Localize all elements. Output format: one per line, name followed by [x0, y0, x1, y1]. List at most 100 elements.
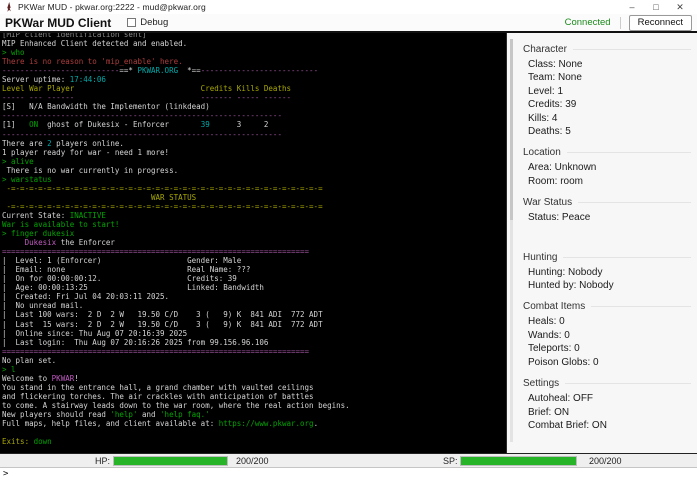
- sidebar-section-title: Combat Items: [523, 301, 691, 312]
- terminal-line: | Created: Fri Jul 04 20:03:11 2025.: [2, 292, 506, 301]
- sidebar-scrollbar[interactable]: [510, 39, 513, 442]
- sp-bar-fill: [461, 457, 576, 465]
- terminal-line: Exits: down: [2, 437, 506, 446]
- sidebar-stat-item: Hunting: Nobody: [528, 266, 693, 279]
- terminal-line: -=-=-=-=-=-=-=-=-=-=-=-=-=-=-=-=-=-=-=-=…: [2, 202, 506, 211]
- sidebar-stat-item: Area: Unknown: [528, 161, 693, 174]
- terminal-line: 1 player ready for war - need 1 more!: [2, 148, 506, 157]
- terminal-line: | Last login: Thu Aug 07 20:16:26 2025 f…: [2, 338, 506, 347]
- toolbar: PKWar MUD Client Debug Connected Reconne…: [0, 14, 697, 33]
- minimize-icon[interactable]: –: [620, 1, 644, 14]
- sidebar-stat-item: Poison Globs: 0: [528, 356, 693, 369]
- terminal-line: -=-=-=-=-=-=-=-=-=-=-=-=-=-=-=-=-=-=-=-=…: [2, 184, 506, 193]
- sidebar-stat-item: Status: Peace: [528, 211, 693, 224]
- terminal-line: > warstatus: [2, 175, 506, 184]
- sp-value: 200/200: [589, 456, 622, 466]
- terminal-line: to come. A stairway leads down to the wa…: [2, 401, 506, 410]
- terminal-line: War is available to start!: [2, 220, 506, 229]
- sp-label: SP:: [443, 456, 458, 466]
- sidebar-stat-item: Teleports: 0: [528, 342, 693, 355]
- main-area: [MIP client identification sent]MIP Enha…: [0, 33, 697, 453]
- terminal-line: [1] ON ghost of Dukesix - Enforcer 39 3 …: [2, 120, 506, 129]
- terminal-line: Level War Player Credits Kills Deaths: [2, 84, 506, 93]
- app-window: PKWar MUD - pkwar.org:2222 - mud@pkwar.o…: [0, 0, 697, 480]
- terminal-line: > alive: [2, 157, 506, 166]
- terminal-line: ----------------------------------------…: [2, 130, 506, 139]
- terminal-line: ----------------------------------------…: [2, 111, 506, 120]
- maximize-icon[interactable]: □: [644, 1, 668, 14]
- window-title: PKWar MUD - pkwar.org:2222 - mud@pkwar.o…: [18, 2, 206, 12]
- hp-value: 200/200: [236, 456, 269, 466]
- reconnect-button[interactable]: Reconnect: [629, 15, 692, 31]
- app-icon: [5, 2, 13, 13]
- terminal-line: Current State: INACTIVE: [2, 211, 506, 220]
- sidebar-section-title: Settings: [523, 378, 691, 389]
- terminal-line: Dukesix the Enforcer: [2, 238, 506, 247]
- terminal-line: | Online since: Thu Aug 07 20:16:39 2025: [2, 329, 506, 338]
- sp-bar: [460, 456, 577, 466]
- sidebar-stat-item: Class: None: [528, 58, 693, 71]
- status-bar: HP: 200/200 SP: 200/200: [0, 453, 697, 467]
- terminal-line: > who: [2, 48, 506, 57]
- terminal-line: MIP Enhanced Client detected and enabled…: [2, 39, 506, 48]
- sidebar-sections: Character Class: NoneTeam: NoneLevel: 1Cr…: [515, 35, 693, 432]
- sidebar-stat-item: Credits: 39: [528, 98, 693, 111]
- terminal-line: and flickering torches. The air crackles…: [2, 392, 506, 401]
- toolbar-divider: [620, 17, 621, 29]
- hp-bar-fill: [114, 457, 227, 465]
- terminal-line: There is no war currently in progress.: [2, 166, 506, 175]
- sidebar-stat-item: Heals: 0: [528, 315, 693, 328]
- command-input[interactable]: >: [0, 467, 697, 480]
- terminal-line: | On for 00:00:00:12. Credits: 39: [2, 274, 506, 283]
- sidebar-stat-item: Team: None: [528, 71, 693, 84]
- app-title: PKWar MUD Client: [5, 16, 111, 30]
- terminal-line: WAR STATUS: [2, 193, 506, 202]
- sidebar-section-title: Character: [523, 44, 691, 55]
- hp-label: HP:: [95, 456, 110, 466]
- terminal-line: Welcome to PKWAR!: [2, 374, 506, 383]
- terminal-line: [S] N/A Bandwidth the Implementor (linkd…: [2, 102, 506, 111]
- sidebar-section-title: Location: [523, 147, 691, 158]
- sidebar-stat-item: Room: room: [528, 175, 693, 188]
- terminal-line: | No unread mail.: [2, 301, 506, 310]
- terminal-line: Server uptime: 17:44:06: [2, 75, 506, 84]
- sidebar-section-title: War Status: [523, 197, 691, 208]
- terminal-line: New players should read 'help' and 'help…: [2, 410, 506, 419]
- close-icon[interactable]: ✕: [668, 1, 692, 14]
- terminal-line: No plan set.: [2, 356, 506, 365]
- titlebar[interactable]: PKWar MUD - pkwar.org:2222 - mud@pkwar.o…: [0, 0, 697, 14]
- sidebar-section-title: Hunting: [523, 252, 691, 263]
- terminal-line: | Age: 00:00:13:25 Linked: Bandwidth: [2, 283, 506, 292]
- debug-checkbox[interactable]: [127, 18, 136, 27]
- command-prompt: >: [3, 469, 8, 479]
- terminal-line: | Last 100 wars: 2 D 2 W 19.50 C/D 3 ( 9…: [2, 310, 506, 319]
- terminal-line: There is no reason to 'mip_enable' here.: [2, 57, 506, 66]
- sidebar-stat-item: Level: 1: [528, 85, 693, 98]
- terminal-line: You stand in the entrance hall, a grand …: [2, 383, 506, 392]
- connection-status: Connected: [565, 17, 611, 28]
- terminal-line: ========================================…: [2, 247, 506, 256]
- sidebar-stat-item: Combat Brief: ON: [528, 419, 693, 432]
- sidebar-stat-item: Brief: ON: [528, 406, 693, 419]
- terminal-line: --------------------------==* PKWAR.ORG …: [2, 66, 506, 75]
- terminal-line: > l: [2, 365, 506, 374]
- terminal-line: There are 2 players online.: [2, 139, 506, 148]
- terminal[interactable]: [MIP client identification sent]MIP Enha…: [0, 33, 506, 453]
- terminal-line: | Level: 1 (Enforcer) Gender: Male: [2, 256, 506, 265]
- terminal-line: [2, 428, 506, 437]
- terminal-line: | Last 15 wars: 2 D 2 W 19.50 C/D 3 ( 9)…: [2, 320, 506, 329]
- terminal-line: > finger dukesix: [2, 229, 506, 238]
- terminal-line: ========================================…: [2, 347, 506, 356]
- terminal-line: | Email: none Real Name: ???: [2, 265, 506, 274]
- sidebar-stat-item: Wands: 0: [528, 329, 693, 342]
- debug-label: Debug: [140, 17, 168, 28]
- scrollbar-thumb[interactable]: [510, 39, 513, 220]
- hp-bar: [113, 456, 228, 466]
- terminal-line: Full maps, help files, and client availa…: [2, 419, 506, 428]
- sidebar-stat-item: Hunted by: Nobody: [528, 279, 693, 292]
- terminal-line: ----- --- ------ ------- ----- ------: [2, 93, 506, 102]
- sidebar: Character Class: NoneTeam: NoneLevel: 1Cr…: [506, 33, 697, 453]
- sidebar-stat-item: Kills: 4: [528, 112, 693, 125]
- sidebar-stat-item: Autoheal: OFF: [528, 392, 693, 405]
- sidebar-stat-item: Deaths: 5: [528, 125, 693, 138]
